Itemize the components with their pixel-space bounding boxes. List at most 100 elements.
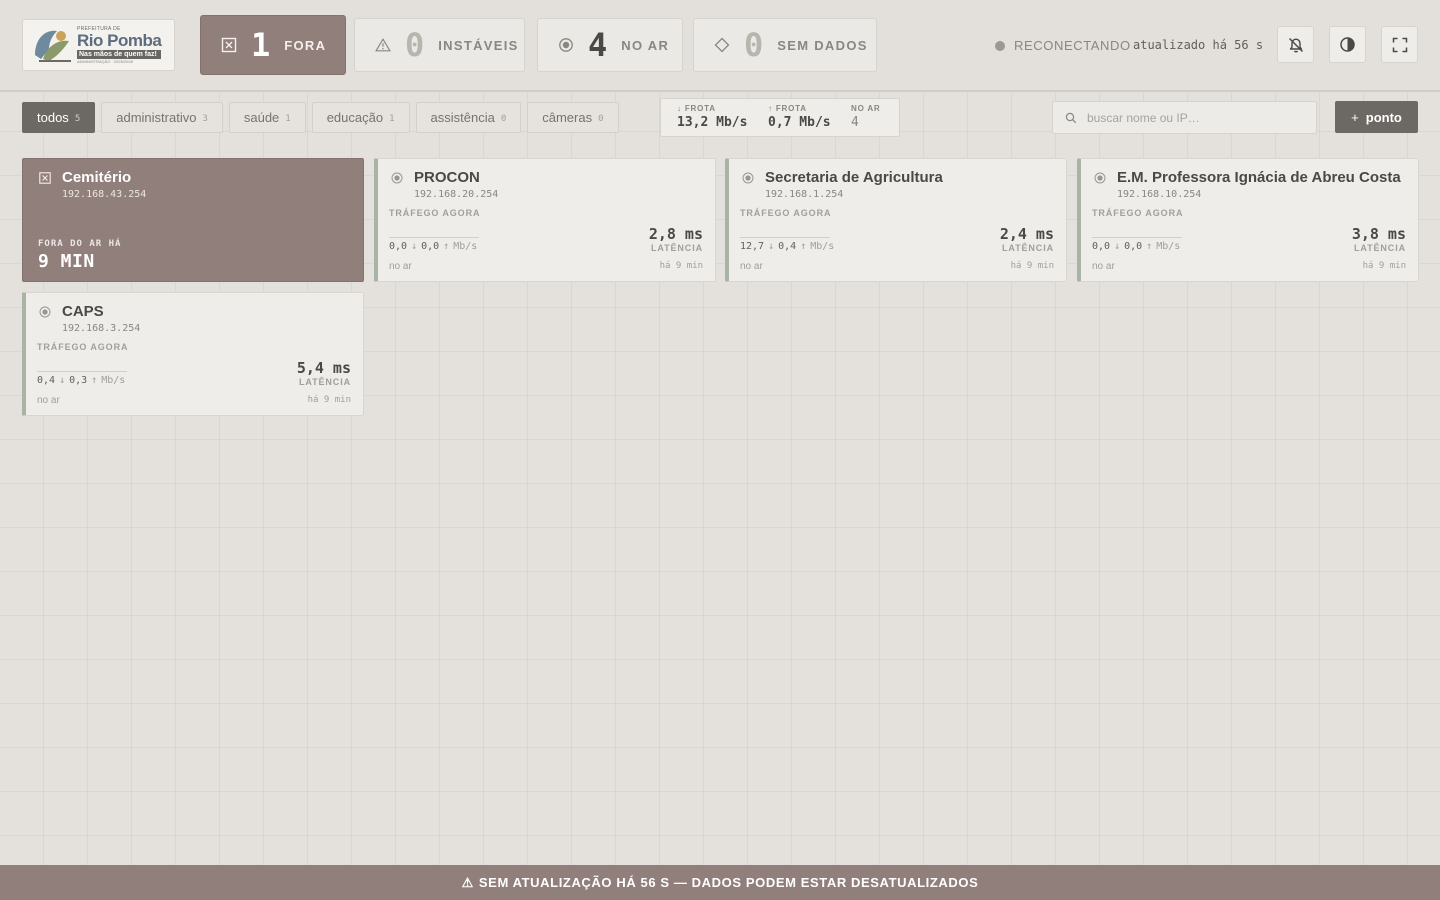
add-point-label: ponto [1365,109,1402,125]
device-card-em-ignacia[interactable]: E.M. Professora Ignácia de Abreu Costa 1… [1077,158,1419,282]
filter-saude[interactable]: saúde 1 [228,102,306,133]
fullscreen-icon [1392,37,1407,52]
device-status: no ar [1092,261,1115,272]
device-name: PROCON [414,169,480,186]
down-since-label: FORA DO AR HÁ [38,239,122,249]
device-name: Cemitério [62,169,132,186]
device-card-procon[interactable]: PROCON 192.168.20.254 TRÁFEGO AGORA 2,8 … [374,158,716,282]
radio-icon [1094,172,1106,184]
status-since: há 9 min [659,261,703,271]
filter-count: 0 [500,114,507,124]
rx-value: 0,0 [1092,241,1111,252]
fleet-online-label: NO AR [851,104,881,113]
logo-admin-text: ADMINISTRAÇÃO · 2025/2028 [77,58,133,64]
traffic-unit: Mb/s [810,241,835,252]
stat-online-label: NO AR [621,37,670,53]
traffic-unit: Mb/s [1156,241,1181,252]
fleet-online-value: 4 [851,115,859,130]
traffic-sparkline [1092,237,1182,238]
radio-icon [391,172,403,184]
filter-count: 3 [202,114,208,124]
arrow-down-icon: ↓ [768,241,775,252]
connection-status: RECONECTANDO [995,38,1131,53]
tx-value: 0,3 [69,375,88,386]
city-logo: PREFEITURA DE Rio Pomba Nas mãos de quem… [22,19,175,71]
device-ip: 192.168.20.254 [414,189,499,200]
device-status: no ar [389,261,412,272]
logo-tagline: Nas mãos de quem faz! [77,49,162,59]
diamond-icon [714,37,730,53]
traffic-sparkline [740,237,830,238]
rx-value: 0,0 [389,241,408,252]
traffic-values: 0,4 ↓ 0,3 ↑ Mb/s [37,375,125,386]
warning-icon: ⚠ [461,874,474,890]
traffic-values: 0,0 ↓ 0,0 ↑ Mb/s [1092,241,1180,252]
traffic-label: TRÁFEGO AGORA [37,342,129,352]
add-point-button[interactable]: + ponto [1335,101,1418,133]
fleet-download-label: ↓ FROTA [677,104,716,113]
stat-down-label: FORA [284,37,327,53]
device-card-secretaria-agricultura[interactable]: Secretaria de Agricultura 192.168.1.254 … [725,158,1067,282]
filter-assistencia[interactable]: assistência 0 [415,102,522,133]
traffic-label: TRÁFEGO AGORA [1092,208,1184,218]
rx-value: 12,7 [740,241,765,252]
filter-label: assistência [430,110,495,125]
traffic-unit: Mb/s [101,375,126,386]
arrow-up-icon: ↑ [443,241,450,252]
stale-data-banner: ⚠ SEM ATUALIZAÇÃO HÁ 56 S — DADOS PODEM … [0,865,1440,900]
filter-count: 1 [389,114,395,124]
arrow-down-icon: ↓ [59,375,66,386]
radio-icon [558,37,574,53]
stat-nodata[interactable]: 0 SEM DADOS [693,18,877,72]
connection-status-text: RECONECTANDO [1014,38,1131,53]
mute-alerts-button[interactable] [1277,26,1314,63]
logo-city-name: Rio Pomba [77,30,162,50]
category-filters: todos 5 administrativo 3 saúde 1 educaçã… [22,102,619,133]
theme-toggle-button[interactable] [1329,26,1366,63]
traffic-label: TRÁFEGO AGORA [389,208,481,218]
device-ip: 192.168.3.254 [62,323,141,334]
down-since-value: 9 MIN [38,251,95,272]
device-card-cemiterio[interactable]: Cemitério 192.168.43.254 FORA DO AR HÁ 9… [22,158,364,282]
filter-label: todos [37,110,69,125]
filter-count: 5 [74,114,81,124]
filter-cameras[interactable]: câmeras 0 [527,102,619,133]
stat-down[interactable]: 1 FORA [200,15,346,75]
traffic-values: 12,7 ↓ 0,4 ↑ Mb/s [740,241,834,252]
filter-administrativo[interactable]: administrativo 3 [101,102,223,133]
search-input[interactable] [1087,110,1307,125]
stat-online[interactable]: 4 NO AR [537,18,683,72]
arrow-down-icon: ↓ [411,241,418,252]
top-header: PREFEITURA DE Rio Pomba Nas mãos de quem… [0,0,1440,92]
stale-data-message: SEM ATUALIZAÇÃO HÁ 56 S — DADOS PODEM ES… [478,875,979,890]
filter-label: educação [326,110,384,125]
filter-todos[interactable]: todos 5 [22,102,96,133]
search-icon [1065,112,1077,123]
fleet-upload: ↑ FROTA 0,7 Mb/s [768,104,831,130]
warning-icon [375,37,391,53]
latency-value: 3,8 ms [1351,225,1406,243]
x-square-icon [221,37,237,53]
plus-icon: + [1351,109,1359,125]
search-box[interactable] [1052,101,1317,134]
stat-online-count: 4 [588,26,608,64]
x-square-icon [39,172,51,184]
filter-label: administrativo [116,110,197,125]
fullscreen-button[interactable] [1381,26,1418,63]
radio-icon [742,172,754,184]
stat-nodata-count: 0 [744,26,764,64]
device-status: no ar [740,261,763,272]
device-ip: 192.168.43.254 [62,189,147,200]
stat-unstable[interactable]: 0 INSTÁVEIS [354,18,525,72]
stat-unstable-label: INSTÁVEIS [438,37,519,53]
fleet-summary: ↓ FROTA 13,2 Mb/s ↑ FROTA 0,7 Mb/s NO AR… [660,98,900,137]
city-emblem-icon [35,30,71,62]
filter-label: saúde [243,110,280,125]
status-since: há 9 min [307,395,351,405]
device-card-caps[interactable]: CAPS 192.168.3.254 TRÁFEGO AGORA 5,4 ms … [22,292,364,416]
device-ip: 192.168.1.254 [765,189,844,200]
stat-unstable-count: 0 [405,26,425,64]
filter-educacao[interactable]: educação 1 [311,102,410,133]
traffic-sparkline [37,371,127,372]
device-name: Secretaria de Agricultura [765,169,943,186]
